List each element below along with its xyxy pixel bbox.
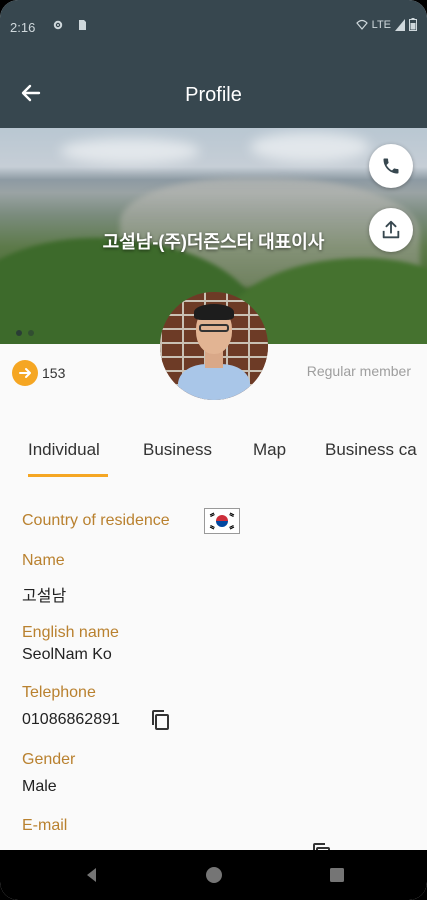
nav-home-icon[interactable] [204,865,224,885]
phone-screen: 2:16 LTE Profile 고설남-(주)더즌스타 대표이사 153 Re… [0,0,427,900]
call-button[interactable] [369,144,413,188]
status-bar: 2:16 LTE [0,0,427,56]
network-type: LTE [371,18,391,31]
cloud [60,138,200,164]
english-name-value: SeolNam Ko [22,646,112,663]
share-icon [382,220,400,239]
flag-graphic [207,511,237,531]
status-time: 2:16 [10,20,36,35]
tab-business-card[interactable]: Business ca [325,440,417,460]
english-name-label: English name [22,624,119,641]
app-bar: Profile [0,56,427,128]
page-title: Profile [185,84,242,106]
tab-indicator [28,474,108,477]
phone-icon [383,158,399,174]
system-navigation-bar [0,850,427,900]
name-value: 고설남 [22,588,67,605]
settings-icon [53,20,63,30]
nav-recents-icon[interactable] [327,865,347,885]
email-label: E-mail [22,817,68,834]
points-badge [12,360,38,386]
carousel-indicator[interactable] [16,330,34,336]
country-label: Country of residence [22,512,170,529]
tab-map[interactable]: Map [253,440,286,460]
copy-icon[interactable] [150,709,170,731]
nav-back-icon[interactable] [82,865,102,885]
telephone-value: 01086862891 [22,711,120,728]
tab-business[interactable]: Business [143,440,212,460]
korea-flag-icon [204,508,240,534]
gender-label: Gender [22,751,76,768]
points-value: 153 [42,365,66,381]
avatar-hair [194,304,234,320]
signal-icon [395,18,405,31]
profile-tabs: Individual Business Map Business ca [0,430,427,478]
avatar-glasses [199,324,229,332]
battery-icon [409,18,417,31]
carousel-dot[interactable] [16,330,22,336]
avatar-shirt [178,364,250,400]
sim-card-icon [79,20,86,30]
cloud [250,132,370,162]
share-button[interactable] [369,208,413,252]
status-right: LTE [355,18,417,31]
name-label: Name [22,552,65,569]
carousel-dot[interactable] [28,330,34,336]
cover-title: 고설남-(주)더즌스타 대표이사 [102,232,325,252]
wifi-icon [355,19,368,30]
membership-level: Regular member [306,363,411,379]
avatar[interactable] [160,292,268,400]
telephone-label: Telephone [22,684,96,701]
gender-value: Male [22,778,57,795]
points-row: 153 [12,360,65,386]
arrow-right-icon [19,368,31,378]
tab-individual[interactable]: Individual [28,440,100,460]
